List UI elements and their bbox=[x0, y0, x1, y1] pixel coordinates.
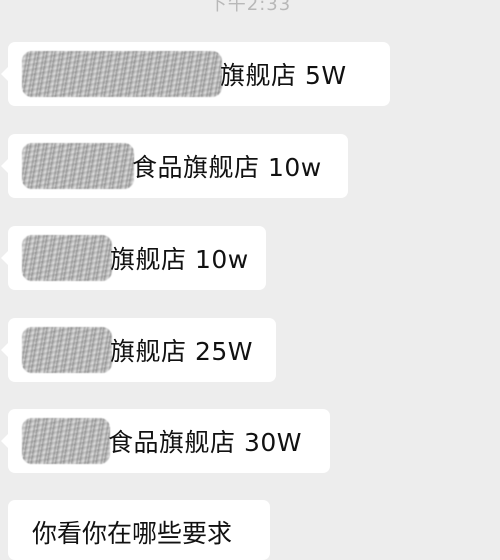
message-bubble[interactable]: 旗舰店 5W bbox=[1, 42, 390, 106]
redacted-store-name bbox=[22, 235, 112, 281]
message-text: 旗舰店 5W bbox=[220, 61, 347, 90]
chat-timestamp: 下午2:33 bbox=[208, 0, 292, 15]
message-bubble[interactable]: 食品旗舰店 30W bbox=[1, 409, 330, 473]
redacted-store-name bbox=[22, 418, 110, 464]
message-text: 旗舰店 10w bbox=[110, 245, 249, 274]
message-bubble[interactable]: 旗舰店 10w bbox=[1, 226, 266, 290]
message-bubble[interactable]: 旗舰店 25W bbox=[1, 318, 276, 382]
redacted-store-name bbox=[22, 327, 112, 373]
message-bubble-partial[interactable]: 你看你在哪些要求 bbox=[8, 500, 270, 560]
message-text: 你看你在哪些要求 bbox=[32, 519, 233, 548]
message-bubble[interactable]: 食品旗舰店 10w bbox=[1, 134, 348, 198]
redacted-store-name bbox=[22, 143, 134, 189]
redacted-store-name bbox=[22, 51, 222, 97]
message-text: 食品旗舰店 30W bbox=[108, 428, 302, 457]
message-text: 食品旗舰店 10w bbox=[132, 153, 322, 182]
message-text: 旗舰店 25W bbox=[110, 337, 253, 366]
